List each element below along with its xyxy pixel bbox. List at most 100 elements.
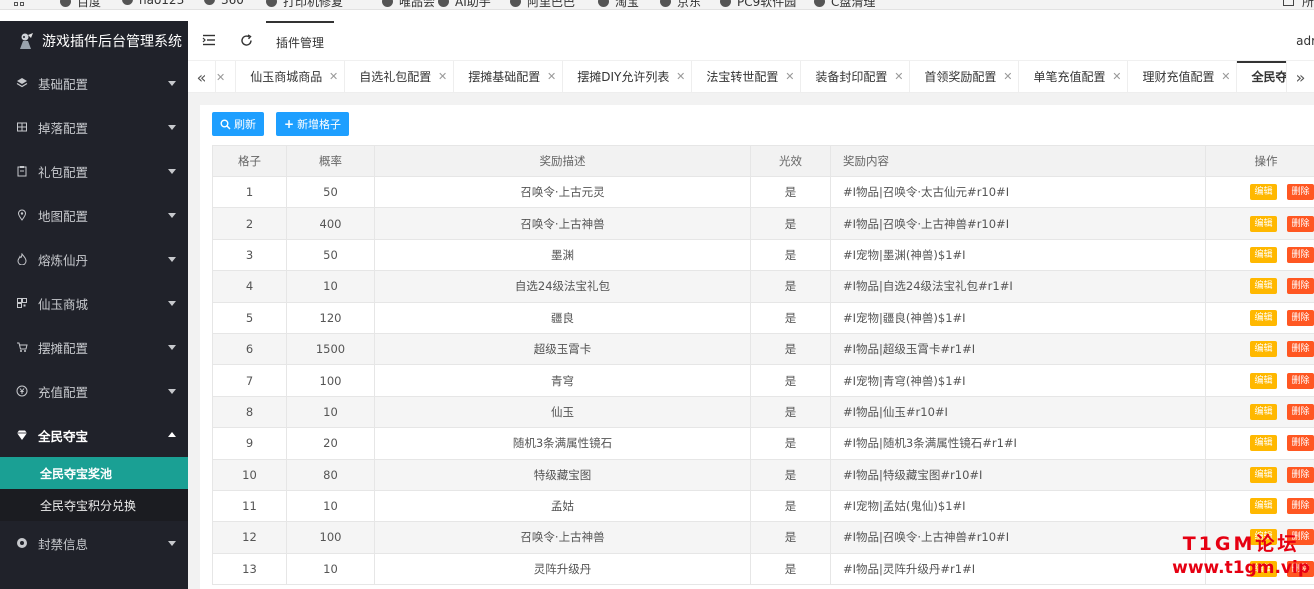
menu-item-ban-info[interactable]: 封禁信息 [0,521,188,565]
edit-button[interactable]: 编辑 [1250,184,1277,201]
menu-item-map-config[interactable]: 地图配置 [0,193,188,237]
bookmark-item[interactable]: 唯品会 [382,0,435,9]
close-icon[interactable]: ✕ [1221,61,1230,92]
sub-item-treasure-pool[interactable]: 全民夺宝奖池 [0,457,188,489]
bookmark-item[interactable]: 百度 [60,0,101,9]
bookmark-item[interactable]: 京东 [660,0,701,9]
menu-item-drop-config[interactable]: 掉落配置 [0,105,188,149]
sub-item-treasure-points[interactable]: 全民夺宝积分兑换 [0,489,188,521]
delete-button[interactable]: 删除 [1287,498,1314,515]
menu-item-treasure[interactable]: 全民夺宝 [0,413,188,457]
bookmark-item[interactable]: PC9软件园 [720,0,796,9]
table-row[interactable]: 9 20 随机3条满属性镜石是 #I物品|随机3条满属性镜石#r1#I 编辑 删除 [212,427,1314,460]
delete-button[interactable]: 删除 [1287,215,1314,232]
tab-stall-basic[interactable]: 摆摊基础配置 ✕ [454,61,564,92]
cell-description: 墨渊 [374,238,751,272]
tab-equip-seal[interactable]: 装备封印配置 ✕ [801,61,911,92]
edit-button[interactable]: 编辑 [1250,403,1277,420]
table-row[interactable]: 10 80 特级藏宝图是 #I物品|特级藏宝图#r10#I 编辑 删除 [212,458,1314,491]
edit-button[interactable]: 编辑 [1250,466,1277,483]
close-icon[interactable]: ✕ [676,61,685,92]
tabs-scroll-right-icon[interactable]: » [1286,61,1314,92]
close-icon[interactable]: ✕ [1112,61,1121,92]
edit-button[interactable]: 编辑 [1250,278,1277,295]
table-row[interactable]: 7 100 青穹是 #I宠物|青穹(神兽)$1#I 编辑 删除 [212,364,1314,397]
delete-button[interactable]: 删除 [1287,403,1314,420]
delete-button[interactable]: 删除 [1287,466,1314,483]
col-header-effect[interactable]: 光效 [750,145,831,177]
edit-button[interactable]: 编辑 [1250,309,1277,326]
edit-button[interactable]: 编辑 [1250,215,1277,232]
chevron-down-icon [168,345,176,350]
bookmark-folder[interactable]: 所 [1282,0,1314,9]
close-icon[interactable]: ✕ [547,61,556,92]
tab-boss-reward[interactable]: 首领奖励配置 ✕ [910,61,1020,92]
col-header-content[interactable]: 奖励内容 [830,145,1206,177]
table-row[interactable]: 4 10 自选24级法宝礼包是 #I物品|自选24级法宝礼包#r1#I 编辑 删除 [212,270,1314,303]
edit-button[interactable]: 编辑 [1250,498,1277,515]
tab-hidden-partial[interactable]: ✕ [216,61,237,92]
tabs-scroll-left-icon[interactable]: « [188,61,216,92]
cell-description: 自选24级法宝礼包 [374,270,751,303]
menu-item-basic-config[interactable]: 基础配置 [0,61,188,105]
edit-button[interactable]: 编辑 [1250,435,1277,452]
tab-fabao-reincarnation[interactable]: 法宝转世配置 ✕ [692,61,802,92]
delete-button[interactable]: 删除 [1287,246,1314,263]
add-slot-button[interactable]: + 新增格子 [276,112,350,136]
header-tab-plugin-manage[interactable]: 插件管理 [266,21,335,61]
app-logo[interactable]: 游戏插件后台管理系统 [0,21,188,61]
table-row[interactable]: 3 50 墨渊是 #I宠物|墨渊(神兽)$1#I 编辑 删除 [212,238,1314,272]
delete-button[interactable]: 删除 [1287,184,1314,201]
col-header-slot[interactable]: 格子 [212,145,287,177]
tab-optional-gift[interactable]: 自选礼包配置 ✕ [345,61,455,92]
apps-grid-icon[interactable] [14,0,26,8]
bookmark-item[interactable]: 阿里巴巴 [510,0,575,9]
refresh-icon[interactable] [237,31,255,49]
table-row[interactable]: 13 10 灵阵升级丹是 #I物品|灵阵升级丹#r1#I 编辑 删除 [212,552,1314,586]
delete-button[interactable]: 删除 [1287,309,1314,326]
tab-jade-mall-items[interactable]: 仙玉商城商品 ✕ [236,61,346,92]
refresh-button[interactable]: 刷新 [212,112,264,136]
close-icon[interactable]: ✕ [785,61,794,92]
bookmark-item[interactable]: 打印机修复 [266,0,343,9]
tab-finance-recharge[interactable]: 理财充值配置 ✕ [1128,61,1238,92]
close-icon[interactable]: ✕ [329,61,338,92]
table-row[interactable]: 1 50 召唤令·上古元灵是 #I物品|召唤令·太古仙元#r10#I 编辑 删除 [212,175,1314,209]
delete-button[interactable]: 删除 [1287,435,1314,452]
col-header-description[interactable]: 奖励描述 [374,145,751,177]
bookmark-item[interactable]: 360 [204,0,244,7]
table-row[interactable]: 12 100 召唤令·上古神兽是 #I物品|召唤令·上古神兽#r10#I 编辑 删除 [212,521,1314,554]
close-icon[interactable]: ✕ [894,61,903,92]
delete-button[interactable]: 删除 [1287,278,1314,295]
edit-button[interactable]: 编辑 [1250,341,1277,358]
tab-stall-diy[interactable]: 摆摊DIY允许列表 ✕ [563,61,693,92]
close-icon[interactable]: ✕ [1003,61,1012,92]
bookmark-item[interactable]: AI助手 [438,0,491,9]
close-icon[interactable]: ✕ [216,71,225,84]
bookmark-item[interactable]: C盘清理 [814,0,875,9]
delete-button[interactable]: 删除 [1287,341,1314,358]
bookmark-item[interactable]: hao123 [122,0,184,7]
tab-single-recharge[interactable]: 单笔充值配置 ✕ [1019,61,1129,92]
user-menu[interactable]: adr [1296,21,1314,61]
table-row[interactable]: 11 10 孟姑是 #I宠物|孟姑(鬼仙)$1#I 编辑 删除 [212,489,1314,523]
table-row[interactable]: 6 1500 超级玉霄卡是 #I物品|超级玉霄卡#r1#I 编辑 删除 [212,332,1314,366]
edit-button[interactable]: 编辑 [1250,246,1277,263]
menu-item-gift-config[interactable]: 礼包配置 [0,149,188,193]
bookmark-item[interactable]: 淘宝 [598,0,639,9]
table-row[interactable]: 2 400 召唤令·上古神兽是 #I物品|召唤令·上古神兽#r10#I 编辑 删除 [212,207,1314,240]
search-icon [220,119,231,130]
cell-content: #I物品|召唤令·上古神兽#r10#I [830,207,1206,240]
menu-item-stall-config[interactable]: 摆摊配置 [0,325,188,369]
table-row[interactable]: 8 10 仙玉是 #I物品|仙玉#r10#I 编辑 删除 [212,395,1314,429]
table-row[interactable]: 5 120 疆良是 #I宠物|疆良(神兽)$1#I 编辑 删除 [212,301,1314,334]
menu-item-recharge-config[interactable]: 充值配置 [0,369,188,413]
menu-item-jade-mall[interactable]: 仙玉商城 [0,281,188,325]
menu-item-smelt[interactable]: 熔炼仙丹 [0,237,188,281]
col-header-probability[interactable]: 概率 [286,145,375,177]
close-icon[interactable]: ✕ [438,61,447,92]
delete-button[interactable]: 删除 [1287,372,1314,389]
globe-icon [510,0,521,7]
collapse-menu-icon[interactable] [200,31,218,49]
edit-button[interactable]: 编辑 [1250,372,1277,389]
